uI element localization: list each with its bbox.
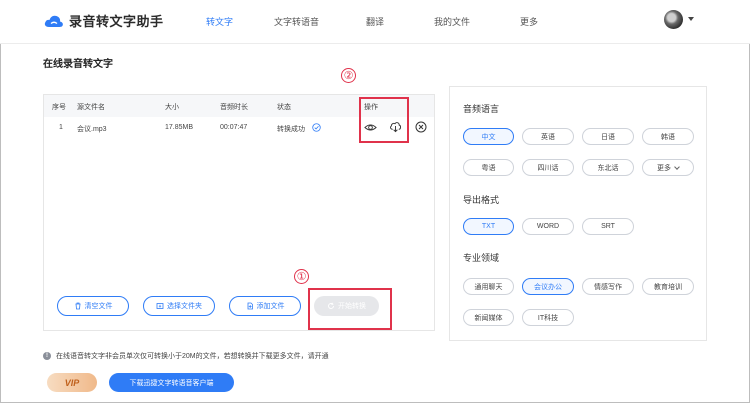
chevron-down-icon[interactable] xyxy=(688,17,694,21)
chip-label: 日语 xyxy=(601,133,615,141)
format-chip-txt[interactable]: TXT xyxy=(463,218,514,235)
column-header-filename: 源文件名 xyxy=(77,104,105,111)
add-file-button[interactable]: 添加文件 xyxy=(229,296,301,316)
domain-chip-it-tech[interactable]: IT科技 xyxy=(522,309,574,326)
column-header-size: 大小 xyxy=(165,104,179,111)
format-chip-word[interactable]: WORD xyxy=(522,218,574,235)
add-file-icon xyxy=(247,302,253,310)
chip-label: 情感写作 xyxy=(594,283,622,291)
folder-icon xyxy=(156,303,164,309)
nav-item-more[interactable]: 更多 xyxy=(520,15,538,28)
chevron-down-icon xyxy=(674,163,680,170)
domain-chip-general-chat[interactable]: 通用聊天 xyxy=(463,278,514,295)
conversion-notice: ! 在线语音转文字非会员单次仅可转换小于20M的文件，若想转换并下载更多文件，请… xyxy=(43,351,329,361)
annotation-box-actions xyxy=(359,97,409,143)
check-circle-icon xyxy=(312,123,321,132)
select-folder-button[interactable]: 选择文件夹 xyxy=(143,296,215,316)
chip-label: SRT xyxy=(601,223,615,230)
row-size: 17.85MB xyxy=(165,124,194,131)
chip-label: 新闻媒体 xyxy=(474,314,503,322)
row-filename: 会议.mp3 xyxy=(77,126,107,133)
top-header: 录音转文字助手 转文字 文字转语音 翻译 我的文件 更多 xyxy=(0,0,750,44)
chip-label: 粤语 xyxy=(481,164,496,172)
user-avatar[interactable] xyxy=(664,10,683,29)
domain-chip-meeting-office[interactable]: 会议办公 xyxy=(522,278,574,295)
nav-item-text-to-speech[interactable]: 文字转语音 xyxy=(274,15,319,28)
language-chip-japanese[interactable]: 日语 xyxy=(582,128,634,145)
page-title: 在线录音转文字 xyxy=(43,59,113,70)
row-status: 转换成功 xyxy=(277,126,305,133)
app-logo[interactable]: 录音转文字助手 xyxy=(43,11,164,30)
cloud-logo-icon xyxy=(44,15,63,27)
chip-label: 教育培训 xyxy=(654,283,682,291)
chip-label: TXT xyxy=(481,223,496,230)
chip-label: 中文 xyxy=(481,133,496,141)
chip-label: 英语 xyxy=(541,133,555,141)
export-format-title: 导出格式 xyxy=(463,195,500,205)
format-chip-srt[interactable]: SRT xyxy=(582,218,634,235)
notice-text: 在线语音转文字非会员单次仅可转换小于20M的文件，若想转换并下载更多文件，请开通 xyxy=(56,353,329,360)
settings-panel: 音频语言 中文 英语 日语 韩语 粤语 四川话 东北话 更多 导出格式 TXT … xyxy=(449,86,707,341)
domain-chip-emotional-writing[interactable]: 情感写作 xyxy=(582,278,634,295)
chip-label: 通用聊天 xyxy=(474,283,503,291)
clear-files-label: 清空文件 xyxy=(84,303,113,310)
domain-chip-education-training[interactable]: 教育培训 xyxy=(642,278,694,295)
chip-label: 韩语 xyxy=(661,133,675,141)
annotation-box-start xyxy=(308,288,392,330)
language-chip-northeastern[interactable]: 东北话 xyxy=(582,159,634,176)
audio-language-title: 音频语言 xyxy=(463,104,500,114)
column-header-index: 序号 xyxy=(52,104,66,111)
trash-icon xyxy=(75,302,80,310)
language-chip-english[interactable]: 英语 xyxy=(522,128,574,145)
chip-label: 会议办公 xyxy=(534,283,562,291)
add-file-label: 添加文件 xyxy=(256,303,285,310)
vip-button[interactable]: VIP xyxy=(47,373,97,392)
file-list-panel: 序号 源文件名 大小 音频时长 状态 操作 1 会议.mp3 17.85MB 0… xyxy=(43,68,435,331)
language-chip-cantonese[interactable]: 粤语 xyxy=(463,159,514,176)
nav-item-my-files[interactable]: 我的文件 xyxy=(434,15,470,28)
chip-label: 东北话 xyxy=(597,164,619,172)
nav-item-translate[interactable]: 翻译 xyxy=(366,15,384,28)
chip-label: WORD xyxy=(536,223,560,230)
chip-label: 四川话 xyxy=(537,164,559,172)
professional-domain-title: 专业领域 xyxy=(463,253,500,263)
row-duration: 00:07:47 xyxy=(220,124,248,131)
chip-label: IT科技 xyxy=(537,314,559,322)
column-header-status: 状态 xyxy=(277,104,291,111)
info-icon: ! xyxy=(43,352,51,360)
column-header-duration: 音频时长 xyxy=(220,104,248,111)
download-client-button[interactable]: 下载迅捷文字转语音客户端 xyxy=(109,373,234,392)
nav-item-convert-text[interactable]: 转文字 xyxy=(206,15,233,28)
app-name: 录音转文字助手 xyxy=(69,14,164,29)
language-chip-korean[interactable]: 韩语 xyxy=(642,128,694,145)
annotation-marker-1: ① xyxy=(294,269,309,284)
row-index: 1 xyxy=(59,124,63,131)
clear-files-button[interactable]: 清空文件 xyxy=(57,296,129,316)
language-chip-sichuanese[interactable]: 四川话 xyxy=(522,159,574,176)
annotation-marker-2: ② xyxy=(341,68,356,83)
language-more-dropdown[interactable]: 更多 xyxy=(642,159,694,176)
select-folder-label: 选择文件夹 xyxy=(167,303,202,310)
domain-chip-news-media[interactable]: 新闻媒体 xyxy=(463,309,514,326)
language-chip-chinese[interactable]: 中文 xyxy=(463,128,514,145)
close-circle-icon[interactable] xyxy=(415,121,427,133)
chip-label: 更多 xyxy=(657,164,671,172)
